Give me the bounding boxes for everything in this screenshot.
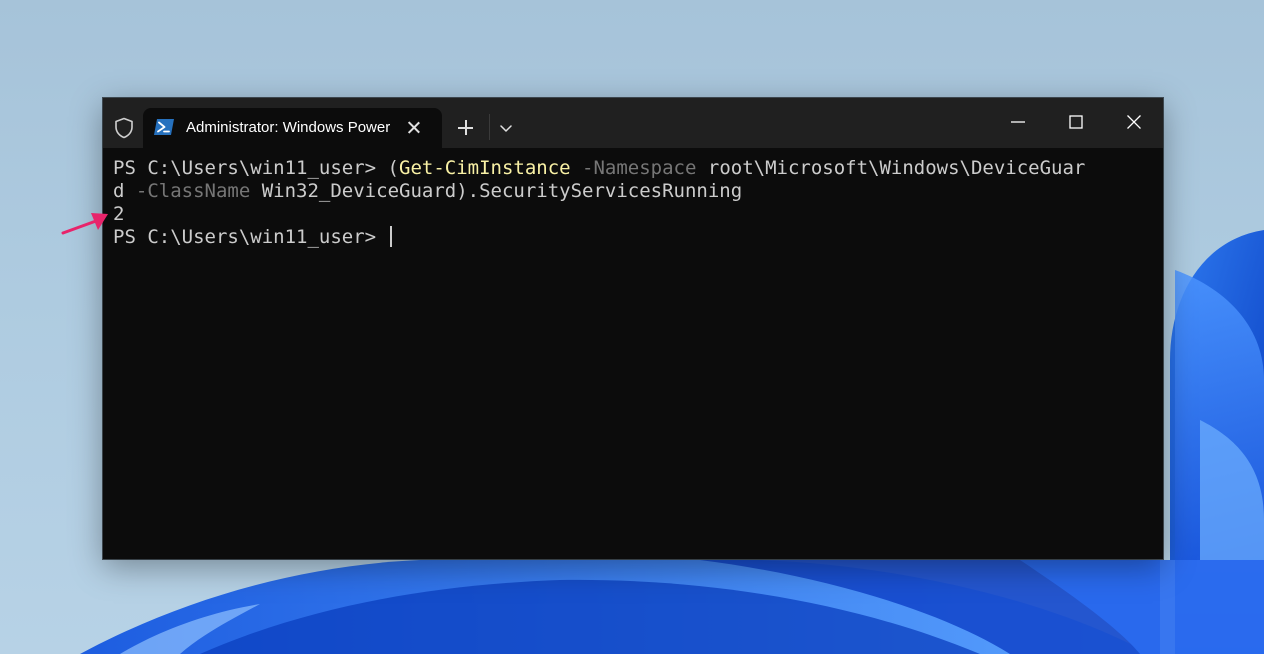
- maximize-icon: [1069, 115, 1083, 129]
- minimize-icon: [1011, 121, 1025, 123]
- command-output: 2: [113, 203, 125, 225]
- powershell-icon: [154, 119, 174, 135]
- close-icon[interactable]: [405, 119, 423, 137]
- cmdlet-name: Get-CimInstance: [399, 157, 571, 179]
- shield-icon: [115, 117, 133, 139]
- maximize-button[interactable]: [1047, 98, 1105, 146]
- chevron-down-icon[interactable]: [496, 118, 516, 138]
- argument-classname: Win32_DeviceGuard: [250, 180, 457, 202]
- argument-namespace-continued: d: [113, 180, 125, 202]
- tab-powershell[interactable]: Administrator: Windows PowerShell: [143, 108, 442, 148]
- paren-open: (: [387, 157, 399, 179]
- plus-icon[interactable]: [455, 117, 477, 139]
- tab-title: Administrator: Windows PowerShell: [186, 119, 391, 136]
- title-bar[interactable]: Administrator: Windows PowerShell: [103, 98, 1163, 148]
- property-access: ).SecurityServicesRunning: [456, 180, 743, 202]
- argument-namespace: root\Microsoft\Windows\DeviceGuar: [696, 157, 1086, 179]
- tab-divider: [489, 114, 490, 140]
- parameter-namespace: -Namespace: [570, 157, 697, 179]
- prompt: PS C:\Users\win11_user>: [113, 226, 388, 248]
- terminal-line: PS C:\Users\win11_user>: [113, 226, 392, 249]
- text-cursor: [389, 226, 392, 247]
- terminal-line: PS C:\Users\win11_user> (Get-CimInstance…: [113, 157, 1085, 180]
- annotation-arrow-icon: [61, 213, 108, 235]
- close-window-button[interactable]: [1105, 98, 1163, 146]
- terminal-output[interactable]: PS C:\Users\win11_user> (Get-CimInstance…: [103, 148, 1163, 559]
- minimize-button[interactable]: [989, 98, 1047, 146]
- prompt: PS C:\Users\win11_user>: [113, 157, 388, 179]
- parameter-classname: -ClassName: [124, 180, 251, 202]
- close-icon: [1127, 115, 1141, 129]
- terminal-line: d -ClassName Win32_DeviceGuard).Security…: [113, 180, 742, 203]
- terminal-window: Administrator: Windows PowerShell: [103, 98, 1163, 559]
